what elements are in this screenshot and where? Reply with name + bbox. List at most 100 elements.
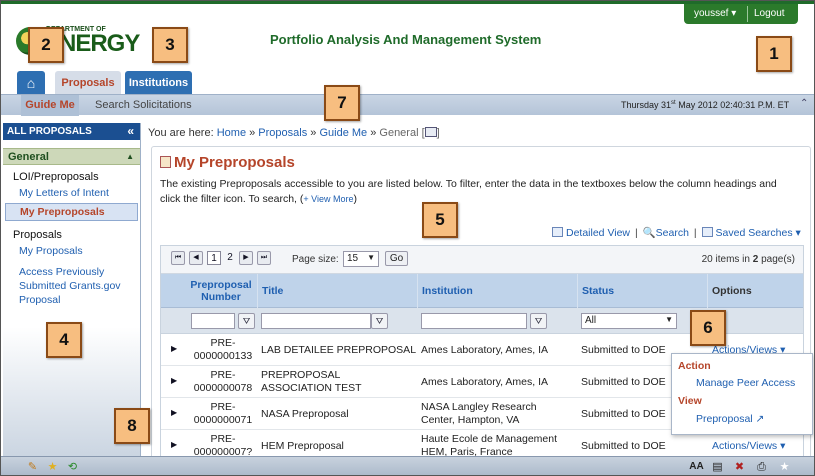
filter-institution-input[interactable] (421, 313, 527, 329)
filter-icon[interactable]: ⛛ (371, 313, 388, 329)
page-number-current[interactable]: 1 (207, 251, 221, 265)
tab-proposals[interactable]: Proposals (55, 71, 121, 95)
expand-row-icon[interactable]: ▶ (171, 408, 177, 417)
row-number: PRE-0000000133 (193, 337, 253, 362)
breadcrumb-guide-me[interactable]: Guide Me (319, 127, 367, 139)
user-menu[interactable]: youssef ▾ (694, 8, 736, 19)
bookmark-icon[interactable]: ✎ (25, 460, 40, 474)
sidebar-section-proposals: Proposals (13, 229, 62, 241)
chevron-down-icon[interactable]: ▾ (796, 227, 801, 239)
page-size-label: Page size: (292, 254, 339, 265)
actions-popup-menu: Action Manage Peer Access View Prepropos… (671, 353, 813, 435)
page-title-text: My Preproposals (174, 154, 295, 171)
view-preproposal-item[interactable]: Preproposal ↗ (696, 413, 764, 425)
breadcrumb-prefix: You are here: (148, 127, 214, 139)
status-bar: ✎ ★ ⟲ AA ▤ ✖ ⎙ ★ (1, 456, 814, 475)
sidebar-item-access-grants[interactable]: Access Previously Submitted Grants.gov P… (3, 264, 140, 308)
page-size-value: 15 (347, 253, 359, 264)
column-header-options: Options (707, 274, 803, 308)
page-number-2[interactable]: 2 (223, 251, 237, 265)
detailed-view-icon (552, 227, 563, 237)
filter-icon[interactable]: ⛛ (238, 313, 255, 329)
text-size-icon[interactable]: AA (689, 460, 704, 474)
history-icon[interactable]: ⟲ (65, 460, 80, 474)
callout-7: 7 (324, 85, 360, 121)
manage-peer-access-item[interactable]: Manage Peer Access (696, 377, 795, 389)
description-close: ) (353, 193, 357, 205)
prev-page-icon[interactable]: ◀ (189, 251, 203, 265)
subnav-guide-me[interactable]: Guide Me (21, 95, 79, 116)
sub-nav: Guide Me Search Solicitations Thursday 3… (1, 94, 814, 116)
sidebar-group-general[interactable]: General ▲ (3, 148, 140, 165)
pager: ⏮ ◀ 1 2 ▶ ⏭ Page size: 15 ▼ Go 20 items i… (161, 246, 803, 274)
collapse-sidebar-icon[interactable]: « (127, 124, 134, 138)
print-icon[interactable]: ⎙ (754, 460, 769, 474)
item-count-suffix: page(s) (758, 254, 795, 265)
tab-institutions[interactable]: Institutions (125, 71, 192, 95)
sidebar-item-my-proposals[interactable]: My Proposals (3, 243, 140, 259)
column-header-status[interactable]: Status (577, 274, 707, 308)
filter-number-input[interactable] (191, 313, 235, 329)
actions-views-menu[interactable]: Actions/Views ▾ (712, 440, 785, 452)
document-icon (160, 156, 171, 168)
chevron-down-icon: ▾ (731, 8, 737, 19)
save-icon (701, 227, 713, 237)
status-filter-value: All (585, 315, 597, 326)
expand-row-icon[interactable]: ▶ (171, 376, 177, 385)
detailed-view-link[interactable]: Detailed View (566, 227, 630, 239)
expand-row-icon[interactable]: ▶ (171, 344, 177, 353)
callout-3: 3 (152, 27, 188, 63)
close-document-icon[interactable]: ✖ (732, 460, 747, 474)
row-title: PREPROPOSAL ASSOCIATION TEST (261, 369, 362, 394)
row-title: HEM Preproposal (261, 440, 344, 452)
search-link[interactable]: Search (656, 227, 689, 239)
user-bar: youssef ▾ Logout (684, 4, 798, 24)
filter-title-input[interactable] (261, 313, 371, 329)
last-page-icon[interactable]: ⏭ (257, 251, 271, 265)
tab-home[interactable]: ⌂ (17, 71, 45, 95)
breadcrumb-home[interactable]: Home (217, 127, 246, 139)
triangle-up-icon: ▲ (126, 152, 134, 161)
callout-6: 6 (690, 310, 726, 346)
row-status: Submitted to DOE (581, 376, 666, 388)
column-header-number[interactable]: Preproposal Number (187, 274, 255, 308)
description-text: The existing Preproposals accessible to … (160, 178, 777, 205)
row-institution: Ames Laboratory, Ames, IA (421, 376, 549, 388)
page-icon[interactable] (424, 127, 437, 137)
sidebar-item-my-preproposals[interactable]: My Preproposals (5, 203, 138, 221)
divider (747, 6, 748, 22)
row-institution: NASA Langley Research Center, Hampton, V… (421, 401, 537, 426)
app-window: DEPARTMENT OF ENERGY ofce Portfolio Anal… (0, 0, 815, 476)
first-page-icon[interactable]: ⏮ (171, 251, 185, 265)
row-title: NASA Preproposal (261, 408, 349, 420)
next-page-icon[interactable]: ▶ (239, 251, 253, 265)
page-size-select[interactable]: 15 ▼ (343, 251, 379, 267)
collapse-header-icon[interactable]: ⌃ (800, 98, 808, 109)
row-status: Submitted to DOE (581, 344, 666, 356)
filter-icon[interactable]: ⛛ (530, 313, 547, 329)
document-icon[interactable]: ▤ (710, 460, 725, 474)
saved-searches-link[interactable]: Saved Searches (716, 227, 793, 239)
breadcrumb-proposals[interactable]: Proposals (258, 127, 307, 139)
favorite-star-icon[interactable]: ★ (45, 460, 60, 474)
breadcrumb: You are here: Home » Proposals » Guide M… (148, 127, 440, 139)
star-icon[interactable]: ★ (777, 460, 792, 474)
row-title: LAB DETAILEE PREPROPOSAL (261, 344, 417, 356)
subnav-search-solicitations[interactable]: Search Solicitations (95, 99, 192, 111)
column-header-title[interactable]: Title (257, 274, 417, 308)
breadcrumb-current: General [ (379, 127, 425, 139)
logout-link[interactable]: Logout (754, 8, 785, 19)
popup-action-header: Action (678, 360, 711, 372)
view-more-link[interactable]: + View More (303, 194, 353, 204)
go-button[interactable]: Go (385, 251, 408, 266)
row-number: PRE-0000000078 (193, 369, 253, 394)
column-header-institution[interactable]: Institution (417, 274, 577, 308)
chevron-down-icon: ▼ (367, 253, 375, 262)
sidebar-item-letters-of-intent[interactable]: My Letters of Intent (3, 185, 140, 201)
chevron-down-icon: ▼ (665, 315, 673, 324)
callout-1: 1 (756, 36, 792, 72)
filter-status-select[interactable]: All ▼ (581, 313, 677, 329)
item-count-text: 20 items in (701, 254, 753, 265)
expand-row-icon[interactable]: ▶ (171, 440, 177, 449)
popup-view-header: View (678, 395, 702, 407)
